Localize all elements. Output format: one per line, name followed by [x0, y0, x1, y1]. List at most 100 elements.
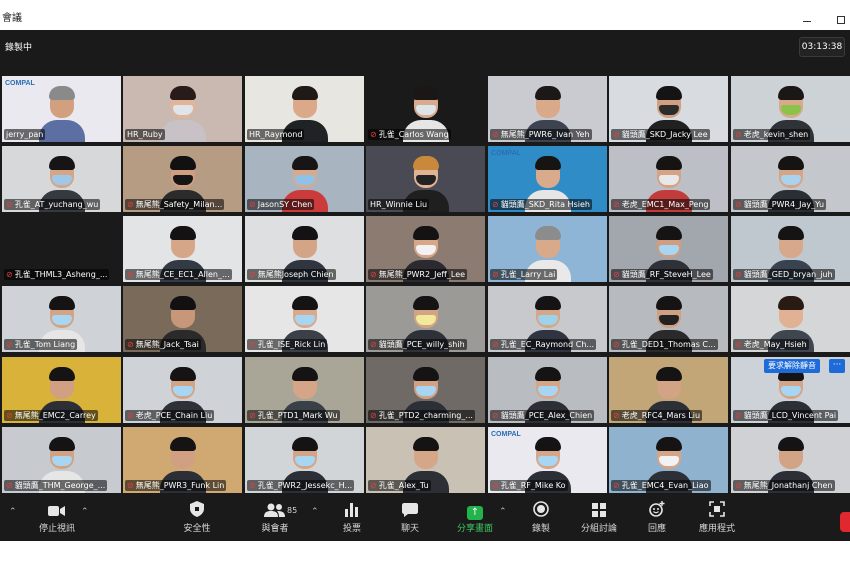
participant-name-label: HR_Winnie Liu: [368, 199, 430, 210]
face-mask: [415, 386, 436, 396]
participant-tile[interactable]: HR_Winnie Liu: [366, 146, 485, 212]
muted-mic-icon: ⊘: [6, 200, 13, 209]
participant-tile[interactable]: ⊘ 孔雀_PTD1_Mark Wu: [245, 357, 364, 423]
participant-tile[interactable]: ⊘ 老虎_May_Hsieh: [731, 286, 850, 352]
participant-tile[interactable]: ⊘ 貓頭鷹_SKD_Jacky Lee: [609, 76, 728, 142]
participant-name-label: ⊘ 無尾熊_EMC2_Carrey: [4, 410, 98, 421]
participant-tile[interactable]: ⊘ 無尾熊_PWR3_Funk Lin: [123, 427, 242, 493]
participant-tile[interactable]: ⊘ 無尾熊_CE_EC1_Allen_...: [123, 216, 242, 282]
participant-tile[interactable]: COMPAL jerry_pan: [2, 76, 121, 142]
participant-tile[interactable]: ⊘ 貓頭鷹_PCE_willy_shih: [366, 286, 485, 352]
participant-tile[interactable]: ⊘ 貓頭鷹_PWR4_Jay_Yu: [731, 146, 850, 212]
participant-name: 無尾熊Joseph Chien: [257, 270, 334, 279]
participant-hair: [169, 437, 196, 451]
participant-tile[interactable]: ⊘ 孔雀_PTD2_charming_...: [366, 357, 485, 423]
participant-name: 老虎_kevin_shen: [743, 130, 809, 139]
participant-tile[interactable]: ⊘ 孔雀_PWR2_Jessekc_H...: [245, 427, 364, 493]
chat-button[interactable]: 聊天: [380, 501, 440, 535]
participant-hair: [48, 86, 75, 100]
participant-tile[interactable]: ⊘ 貓頭鷹_THM_George_...: [2, 427, 121, 493]
participants-options-caret-icon[interactable]: ⌃: [311, 507, 319, 517]
security-button[interactable]: 安全性: [167, 501, 227, 535]
participant-name-label: ⊘ 孔雀_Carlos Wang: [368, 129, 451, 140]
participant-hair: [534, 437, 561, 451]
participant-body: [38, 120, 85, 142]
participant-hair: [291, 156, 318, 170]
face-mask: [415, 245, 436, 255]
participant-tile[interactable]: ⊘ 孔雀_DED1_Thomas C...: [609, 286, 728, 352]
participant-tile[interactable]: ⊘ 無尾熊_PWR6_Ivan Yeh: [488, 76, 607, 142]
share-screen-button[interactable]: ↑ 分享畫面: [445, 501, 505, 535]
muted-mic-icon: ⊘: [613, 411, 620, 420]
participant-name: 老虎_RFC4_Mars Liu: [621, 411, 701, 420]
audio-options-caret-icon[interactable]: ⌃: [9, 507, 17, 517]
participant-name-label: ⊘ 孔雀_PTD1_Mark Wu: [247, 410, 340, 421]
participant-name-label: ⊘ 無尾熊_Safety_Milan...: [125, 199, 225, 210]
more-options-button[interactable]: ···: [829, 359, 845, 373]
participant-tile[interactable]: ⊘ 孔雀_EMC4_Evan_Liao: [609, 427, 728, 493]
apps-button[interactable]: 應用程式: [687, 501, 747, 535]
participant-tile[interactable]: ⊘ 貓頭鷹_PCE_Alex_Chien: [488, 357, 607, 423]
muted-mic-icon: ⊘: [127, 411, 134, 420]
participant-tile[interactable]: ⊘ 無尾熊_Jack_Tsai: [123, 286, 242, 352]
participant-tile[interactable]: ⊘ 老虎_EMC1_Max_Peng: [609, 146, 728, 212]
participant-tile[interactable]: ⊘ 孔雀_Tom Liang: [2, 286, 121, 352]
participant-name: 無尾熊_Jonathanj Chen: [743, 481, 833, 490]
request-unmute-button[interactable]: 要求解除靜音: [764, 359, 820, 373]
end-meeting-button[interactable]: [840, 512, 850, 532]
face-mask: [780, 175, 801, 185]
muted-mic-icon: ⊘: [492, 130, 499, 139]
apps-label: 應用程式: [698, 524, 735, 534]
participant-tile[interactable]: ⊘ 孔雀_EC_Raymond Ch...: [488, 286, 607, 352]
company-logo: COMPAL: [491, 431, 521, 438]
participant-tile[interactable]: ⊘ 無尾熊_Jonathanj Chen: [731, 427, 850, 493]
participant-tile[interactable]: ⊘ 無尾熊_EMC2_Carrey: [2, 357, 121, 423]
participant-tile[interactable]: COMPAL ⊘ 孔雀_RF_Mike Ko: [488, 427, 607, 493]
minimize-icon[interactable]: [803, 21, 811, 22]
participant-tile[interactable]: ⊘ 老虎_PCE_Chain Liu: [123, 357, 242, 423]
participant-tile[interactable]: HR_Ruby: [123, 76, 242, 142]
maximize-icon[interactable]: [837, 16, 845, 24]
window-titlebar: 會議: [0, 0, 850, 30]
muted-mic-icon: ⊘: [249, 200, 256, 209]
participant-tile[interactable]: ⊘ 貓頭鷹_RF_SteveH_Lee: [609, 216, 728, 282]
participant-tile[interactable]: ⊘ 老虎_kevin_shen: [731, 76, 850, 142]
participant-hair: [169, 226, 196, 240]
participant-name-label: ⊘ 無尾熊_PWR3_Funk Lin: [125, 480, 227, 491]
participant-tile[interactable]: ⊘ 無尾熊_Safety_Milan...: [123, 146, 242, 212]
participant-name-label: ⊘ 老虎_kevin_shen: [733, 129, 811, 140]
participant-tile[interactable]: HR_Raymond: [245, 76, 364, 142]
participant-name: 孔雀_Tom Liang: [14, 340, 76, 349]
participant-name: 孔雀_Alex_Tu: [378, 481, 429, 490]
participant-tile[interactable]: ⊘ JasonSY Chen: [245, 146, 364, 212]
chat-label: 聊天: [400, 524, 419, 534]
participant-tile[interactable]: ⊘ 貓頭鷹_GED_bryan_juh: [731, 216, 850, 282]
reactions-button[interactable]: 回應: [627, 501, 687, 535]
participant-hair: [777, 437, 804, 451]
participant-name-label: ⊘ 無尾熊Joseph Chien: [247, 269, 336, 280]
participant-tile[interactable]: ⊘ 老虎_RFC4_Mars Liu: [609, 357, 728, 423]
participant-tile[interactable]: ⊘ 孔雀_Larry Lai: [488, 216, 607, 282]
participant-name: 孔雀_RF_Mike Ko: [500, 481, 566, 490]
apps-icon: [687, 501, 747, 523]
participant-tile[interactable]: ⊘ 孔雀_ISE_Rick Lin: [245, 286, 364, 352]
breakout-rooms-button[interactable]: 分組討論: [569, 501, 629, 535]
participant-tile[interactable]: ⊘ 孔雀_Alex_Tu: [366, 427, 485, 493]
participant-tile[interactable]: ⊘ 無尾熊Joseph Chien: [245, 216, 364, 282]
participant-hair: [655, 367, 682, 381]
polls-button[interactable]: 投票: [322, 501, 382, 535]
participant-tile[interactable]: ⊘ 孔雀_AT_yuchang_wu: [2, 146, 121, 212]
video-options-caret-icon[interactable]: ⌃: [81, 507, 89, 517]
participant-name: 貓頭鷹_PCE_Alex_Chien: [500, 411, 593, 420]
recording-status: 錄製中: [5, 43, 33, 53]
muted-mic-icon: ⊘: [613, 340, 620, 349]
participant-hair: [777, 86, 804, 100]
participant-tile[interactable]: COMPAL ⊘ 貓頭鷹_SKD_Rita Hsieh: [488, 146, 607, 212]
participant-name-label: ⊘ 無尾熊_PWR6_Ivan Yeh: [490, 129, 592, 140]
share-options-caret-icon[interactable]: ⌃: [499, 507, 507, 517]
stop-video-button[interactable]: 停止視訊: [27, 501, 87, 535]
participant-tile[interactable]: ⊘ 孔雀_THML3_Asheng_...: [2, 216, 121, 282]
record-button[interactable]: 錄製: [511, 501, 571, 535]
participant-tile[interactable]: ⊘ 無尾熊_PWR2_Jeff_Lee: [366, 216, 485, 282]
participant-tile[interactable]: ⊘ 孔雀_Carlos Wang: [366, 76, 485, 142]
